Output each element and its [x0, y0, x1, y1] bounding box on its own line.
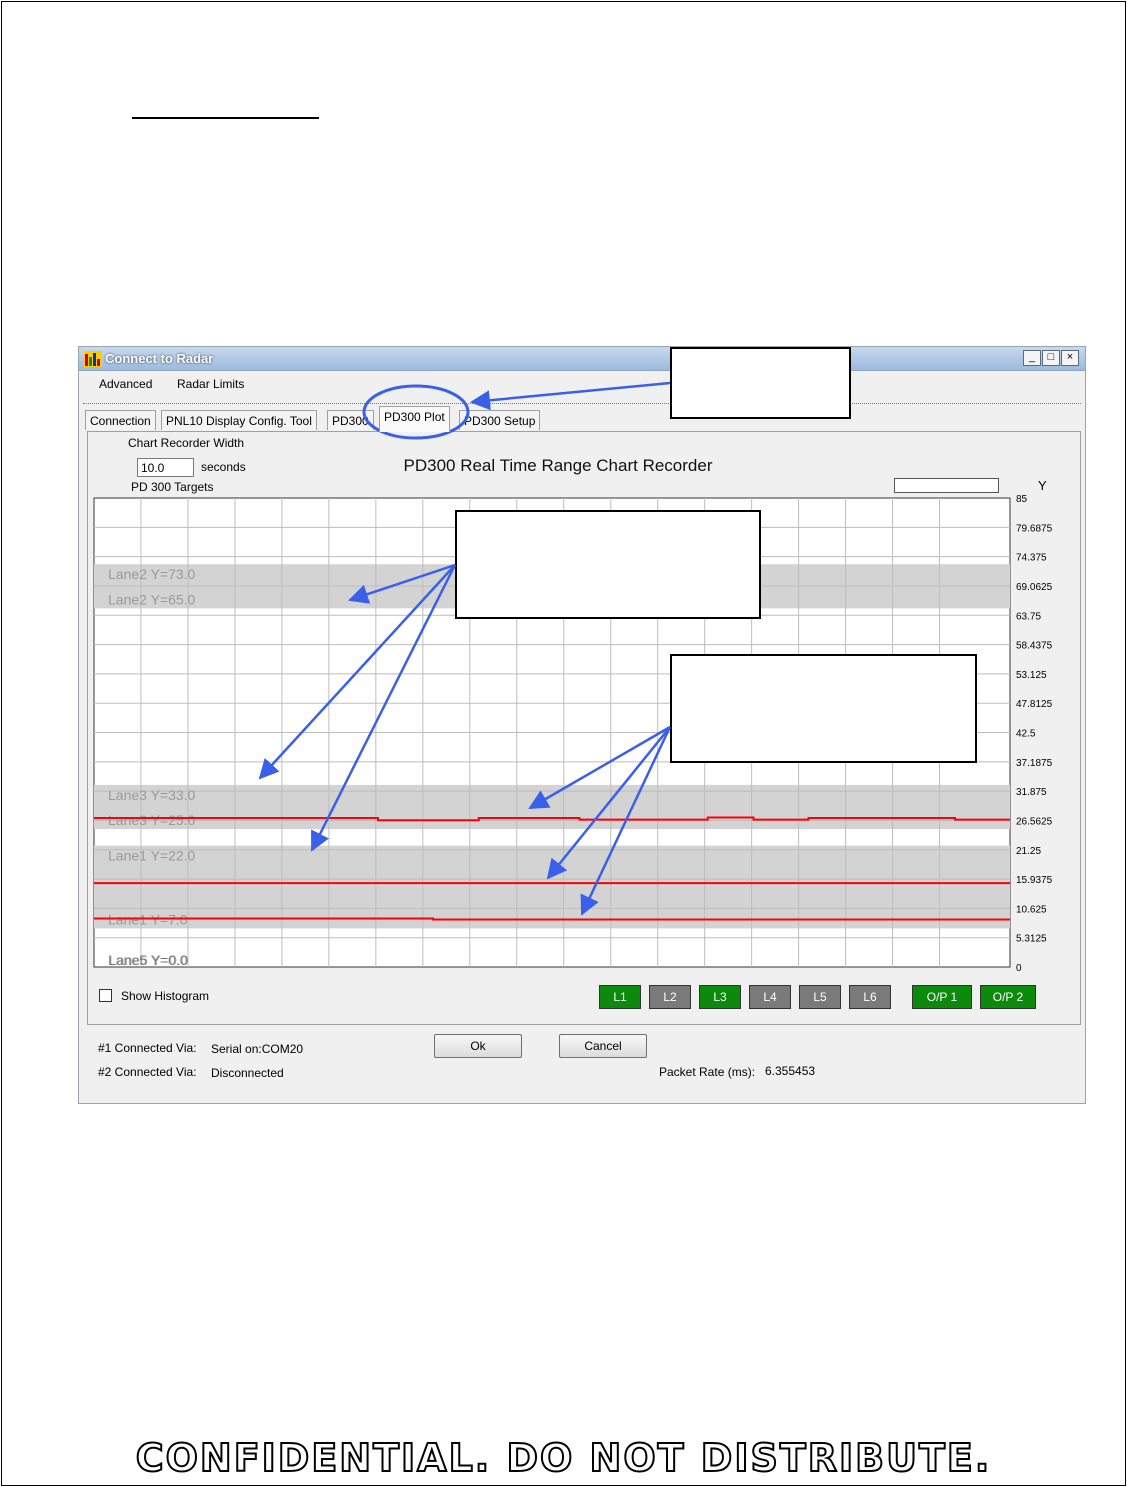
indicator-l1[interactable]: L1: [599, 985, 641, 1009]
y-axis-label: Y: [1038, 478, 1047, 493]
tab-pd300-plot[interactable]: PD300 Plot: [379, 406, 450, 432]
y-tick-label: 5.3125: [1016, 934, 1047, 945]
indicator-op2[interactable]: O/P 2: [980, 985, 1036, 1009]
callout-targets: [670, 654, 977, 763]
show-histogram-label: Show Histogram: [121, 989, 210, 1003]
y-tick-label: 58.4375: [1016, 641, 1053, 652]
cancel-button[interactable]: Cancel: [559, 1034, 647, 1058]
y-tick-label: 10.625: [1016, 904, 1047, 915]
confidential-footer: CONFIDENTIAL. DO NOT DISTRIBUTE.: [135, 1435, 992, 1481]
lane-upper-label: Lane2 Y=73.0: [108, 566, 196, 582]
lane-upper-label: Lane1 Y=22.0: [108, 848, 196, 864]
y-tick-label: 69.0625: [1016, 582, 1053, 593]
indicator-l4[interactable]: L4: [749, 985, 791, 1009]
y-tick-label: 26.5625: [1016, 816, 1053, 827]
y-tick-label: 21.25: [1016, 846, 1041, 857]
callout-lanes: [455, 510, 761, 619]
show-histogram-checkbox[interactable]: [99, 989, 112, 1002]
y-tick-label: 15.9375: [1016, 875, 1053, 886]
indicator-op1[interactable]: O/P 1: [912, 985, 972, 1009]
y-tick-label: 42.5: [1016, 729, 1036, 740]
y-tick-label: 79.6875: [1016, 523, 1053, 534]
lane-lower-label: Lane2 Y=65.0: [108, 591, 196, 607]
lane-upper-label: Lane3 Y=33.0: [108, 787, 196, 803]
lane-zero-label: Lane6 Y=0.0: [109, 952, 189, 968]
ok-button[interactable]: Ok: [434, 1034, 522, 1058]
callout-tab: [670, 347, 851, 419]
y-tick-label: 53.125: [1016, 670, 1047, 681]
indicator-l5[interactable]: L5: [799, 985, 841, 1009]
y-tick-label: 37.1875: [1016, 758, 1053, 769]
y-tick-label: 74.375: [1016, 553, 1047, 564]
lane-band: [94, 845, 1010, 929]
target-track-line: [94, 917, 1010, 921]
lane-lower-label: Lane3 Y=25.0: [108, 812, 196, 828]
indicator-l2[interactable]: L2: [649, 985, 691, 1009]
y-tick-label: 0: [1016, 963, 1022, 974]
y-tick-label: 31.875: [1016, 787, 1047, 798]
indicator-l6[interactable]: L6: [849, 985, 891, 1009]
y-tick-label: 47.8125: [1016, 699, 1053, 710]
indicator-l3[interactable]: L3: [699, 985, 741, 1009]
y-tick-label: 85: [1016, 494, 1028, 505]
y-tick-label: 63.75: [1016, 611, 1041, 622]
